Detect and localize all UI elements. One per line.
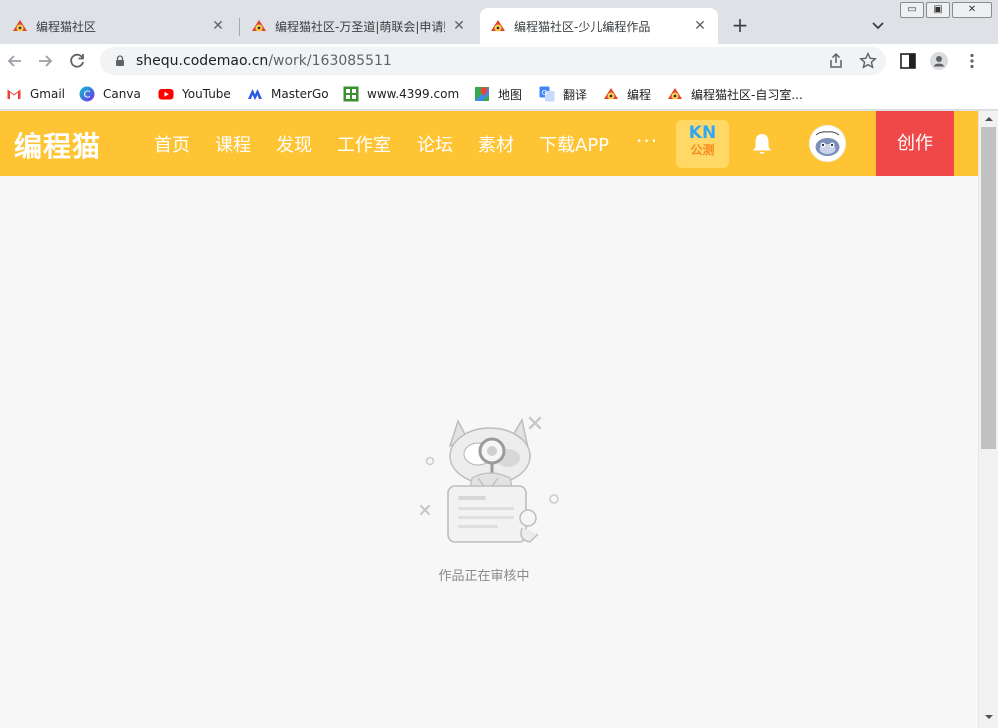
url-path: /work/163085511 (268, 53, 392, 69)
nav-studio[interactable]: 工作室 (337, 131, 391, 157)
codemao-favicon-icon (491, 20, 505, 32)
gmail-icon (7, 89, 21, 99)
tab-2[interactable]: 编程猫社区-万圣道|萌联会|申请贴 ✕ (241, 8, 477, 44)
4399-icon (343, 86, 359, 102)
chevron-down-icon[interactable] (868, 16, 888, 36)
lock-icon (116, 55, 124, 66)
kn-label: KN (688, 123, 717, 143)
scroll-up-arrow-icon[interactable] (979, 113, 998, 125)
user-avatar-image (809, 125, 846, 162)
tab-separator (239, 18, 240, 36)
scroll-down-arrow-icon[interactable] (979, 711, 998, 723)
nav-forum[interactable]: 论坛 (417, 131, 453, 157)
more-menu-icon[interactable]: ··· (636, 129, 658, 153)
bookmark-4399[interactable]: www.4399.com (343, 84, 459, 104)
maps-icon (475, 87, 489, 101)
bookmark-maps[interactable]: 地图 (474, 84, 522, 104)
canva-icon: C (79, 86, 95, 102)
bookmarks-bar: Gmail C Canva YouTube MasterGo www.4399.… (0, 78, 998, 110)
svg-text:G: G (542, 89, 547, 97)
minimize-button[interactable]: ▭ (900, 2, 924, 18)
translate-icon: G (539, 86, 555, 102)
bookmark-codemao[interactable]: 编程 (603, 84, 651, 104)
bookmark-youtube[interactable]: YouTube (158, 84, 231, 104)
share-icon[interactable] (826, 51, 846, 71)
tab-title: 编程猫社区 (36, 19, 97, 34)
bookmark-mastergo[interactable]: MasterGo (247, 84, 329, 104)
maximize-button[interactable]: ▣ (926, 2, 950, 18)
under-review-illustration (419, 416, 559, 543)
profile-icon[interactable] (929, 51, 949, 71)
page-viewport: 编程猫 首页 课程 发现 工作室 论坛 素材 下载APP ··· KN 公测 创… (0, 111, 998, 728)
site-header: 编程猫 首页 课程 发现 工作室 论坛 素材 下载APP ··· KN 公测 创… (0, 111, 978, 176)
codemao-favicon-icon (13, 20, 27, 32)
tab-title: 编程猫社区-少儿编程作品 (514, 19, 651, 34)
kn-beta-badge[interactable]: KN 公测 (676, 120, 729, 168)
tab-strip: 编程猫社区 ✕ 编程猫社区-万圣道|萌联会|申请贴 ✕ 编程猫社区-少儿编程作品… (0, 0, 998, 44)
svg-text:C: C (84, 90, 91, 101)
nav-discover[interactable]: 发现 (276, 131, 312, 157)
scroll-thumb[interactable] (981, 127, 996, 449)
bookmark-gmail[interactable]: Gmail (6, 84, 65, 104)
mastergo-icon (248, 89, 262, 100)
kn-beta-label: 公测 (690, 143, 715, 157)
review-status-text: 作品正在审核中 (438, 569, 530, 584)
back-arrow-icon[interactable] (4, 50, 26, 72)
side-panel-icon[interactable] (898, 51, 918, 71)
new-tab-button[interactable]: + (728, 14, 752, 38)
tab-3-active[interactable]: 编程猫社区-少儿编程作品 ✕ (480, 8, 718, 44)
codemao-icon (604, 88, 618, 100)
tab-title: 编程猫社区-万圣道|萌联会|申请贴 (275, 19, 445, 34)
site-logo[interactable]: 编程猫 (14, 125, 101, 165)
browser-window: 编程猫社区 ✕ 编程猫社区-万圣道|萌联会|申请贴 ✕ 编程猫社区-少儿编程作品… (0, 0, 998, 728)
page-scrollbar[interactable] (978, 111, 998, 728)
close-icon[interactable]: ✕ (210, 18, 226, 34)
bookmark-translate[interactable]: G 翻译 (539, 84, 587, 104)
nav-materials[interactable]: 素材 (478, 131, 514, 157)
bell-icon[interactable] (750, 131, 774, 157)
close-icon[interactable]: ✕ (451, 18, 467, 34)
kebab-menu-icon[interactable] (962, 51, 982, 71)
address-bar[interactable]: shequ.codemao.cn/work/163085511 (100, 47, 886, 75)
nav-courses[interactable]: 课程 (215, 131, 251, 157)
star-icon[interactable] (858, 51, 878, 71)
nav-download-app[interactable]: 下载APP (539, 131, 609, 157)
url-host: shequ.codemao.cn (136, 53, 269, 69)
close-icon[interactable]: ✕ (692, 18, 708, 34)
tab-1[interactable]: 编程猫社区 ✕ (2, 8, 236, 44)
bookmark-codemao-study[interactable]: 编程猫社区-自习室... (667, 84, 803, 104)
nav-home[interactable]: 首页 (154, 131, 190, 157)
codemao-favicon-icon (252, 20, 266, 32)
forward-arrow-icon[interactable] (34, 50, 56, 72)
create-button[interactable]: 创作 (876, 111, 954, 176)
bookmark-canva[interactable]: C Canva (79, 84, 141, 104)
avatar[interactable] (809, 125, 846, 162)
close-window-button[interactable]: ✕ (952, 2, 992, 18)
browser-toolbar: shequ.codemao.cn/work/163085511 (0, 44, 998, 78)
codemao-icon (668, 88, 682, 100)
reload-icon[interactable] (66, 50, 88, 72)
youtube-icon (158, 89, 174, 100)
